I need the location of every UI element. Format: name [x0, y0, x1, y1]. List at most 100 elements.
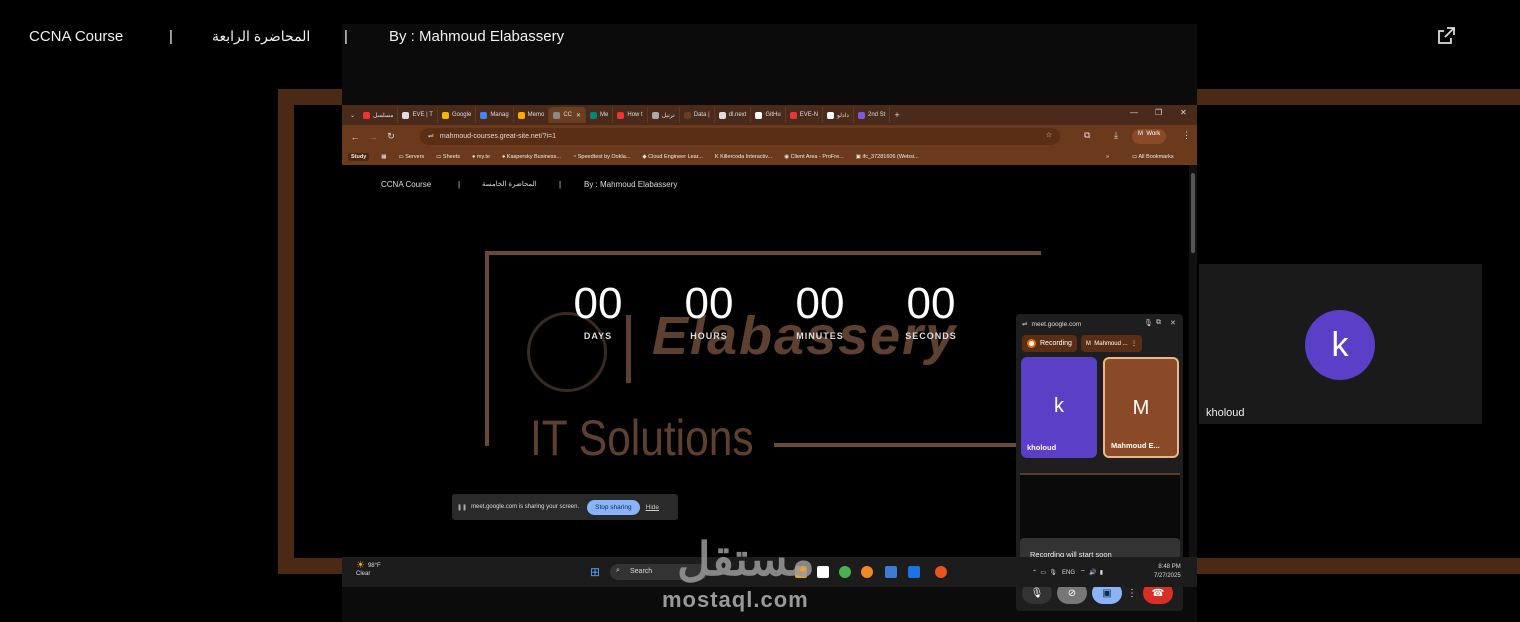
- meet-window: ⌄ مسلسل EVE | T Google Manag Memo CC ✕ Me…: [0, 0, 1520, 622]
- bookmark-item[interactable]: ◉ Client Area - ProFre...: [784, 154, 844, 160]
- extensions-icon[interactable]: ⧉: [1084, 130, 1090, 141]
- reload-icon[interactable]: ↻: [386, 131, 396, 142]
- search-icon: ⌕: [616, 567, 620, 574]
- bookmark-item[interactable]: ◔ Speedtest by Ookla...: [573, 154, 630, 160]
- browser-tab[interactable]: Data |: [680, 107, 715, 123]
- hide-button[interactable]: Hide: [646, 504, 659, 511]
- browser-tab[interactable]: دادلو: [823, 107, 854, 123]
- countdown-label: DAYS: [583, 331, 613, 341]
- stop-sharing-button[interactable]: Stop sharing: [587, 499, 640, 515]
- forward-icon[interactable]: →: [368, 132, 378, 142]
- bookmark-item[interactable]: ● my.te: [472, 154, 490, 160]
- browser-tab[interactable]: Memo: [514, 107, 550, 123]
- system-tray[interactable]: ⌃ ▭ 🎙 ENG ⌔ 🔊 ▮: [1032, 568, 1103, 576]
- page-course-title: CCNA Course: [381, 180, 432, 189]
- app-icon[interactable]: [935, 566, 947, 578]
- maximize-icon[interactable]: ❐: [1155, 108, 1162, 117]
- countdown-label: MINUTES: [796, 331, 844, 341]
- bookmark-item[interactable]: ◆ Cloud Engineer Lear...: [642, 154, 703, 160]
- bookmark-item[interactable]: ▭ Sheets: [436, 154, 460, 160]
- profile-chip[interactable]: M Work: [1132, 129, 1167, 144]
- bookmark-item[interactable]: K Killercoda Interactiv...: [715, 154, 772, 160]
- url-bar[interactable]: ⇌ mahmoud-courses.great-site.net/?i=1 ☆: [420, 128, 1060, 145]
- minimize-icon[interactable]: —: [1130, 108, 1138, 117]
- mic-icon[interactable]: 🎙: [1144, 319, 1153, 327]
- watermark-text: mostaql.com: [662, 587, 809, 612]
- store-icon[interactable]: [817, 566, 829, 578]
- recording-label: Recording: [1040, 340, 1072, 347]
- bookmark-item[interactable]: Study: [348, 152, 370, 161]
- tab-favicon-icon: [857, 111, 865, 119]
- bookmark-star-icon[interactable]: ☆: [1046, 131, 1052, 139]
- browser-window: ⌄ مسلسل EVE | T Google Manag Memo CC ✕ Me…: [342, 105, 1197, 611]
- countdown-value: 00: [573, 279, 623, 328]
- all-bookmarks[interactable]: ▭ All Bookmarks: [1132, 154, 1174, 160]
- browser-tab-active[interactable]: CC ✕: [549, 107, 587, 123]
- clock-time: 8:48 PM: [1158, 564, 1181, 570]
- weather-widget[interactable]: ☀ 98°F Clear: [356, 561, 381, 578]
- close-tab-icon[interactable]: ✕: [576, 112, 581, 119]
- countdown-seconds: 00 SECONDS: [891, 280, 971, 342]
- shared-screen: ⌄ مسلسل EVE | T Google Manag Memo CC ✕ Me…: [342, 24, 1197, 622]
- participant-tile-mahmoud[interactable]: M Mahmoud E...: [1103, 357, 1179, 458]
- header-separator: |: [344, 28, 348, 45]
- watermark-logo-arabic: مستقل: [677, 533, 815, 585]
- bookmark-item[interactable]: ▣ ifc_37281606 (Websi...: [856, 154, 919, 160]
- bookmark-label: Servers: [405, 153, 425, 160]
- download-icon[interactable]: ⤓: [1114, 130, 1118, 141]
- tab-label: Data |: [693, 112, 710, 118]
- tab-favicon-icon: [827, 111, 835, 119]
- remote-desktop-icon[interactable]: [908, 566, 920, 578]
- site-info-icon[interactable]: ⇌: [428, 133, 434, 140]
- presenter-chip[interactable]: M Mahmoud ... ⋮: [1080, 335, 1142, 352]
- apps-icon[interactable]: ▦: [381, 154, 386, 160]
- browser-tab[interactable]: EVE-N: [786, 107, 824, 123]
- scrollbar[interactable]: [1189, 165, 1197, 557]
- participant-tile[interactable]: k kholoud: [1199, 264, 1482, 424]
- browser-tab[interactable]: dl.next: [715, 107, 752, 123]
- bookmark-item[interactable]: ● Kaspersky Business...: [502, 154, 561, 160]
- firefox-icon[interactable]: [861, 566, 873, 578]
- open-in-new-icon[interactable]: [1436, 26, 1456, 46]
- tab-label: Google: [451, 112, 472, 118]
- tab-search-dropdown[interactable]: ⌄: [346, 107, 359, 123]
- bookmarks-bar: Study ▦ ▭ Servers ▭ Sheets ● my.te ● Kas…: [342, 148, 1197, 165]
- more-options-icon[interactable]: ⋮: [1127, 588, 1137, 599]
- scrollbar-thumb[interactable]: [1191, 173, 1195, 253]
- participant-tile-kholoud[interactable]: k kholoud: [1021, 357, 1097, 458]
- browser-tab[interactable]: ترتيل: [648, 107, 680, 123]
- browser-tab[interactable]: Manag: [476, 107, 514, 123]
- profile-label: Work: [1146, 131, 1161, 137]
- tab-label: EVE-N: [799, 112, 819, 118]
- chrome-icon[interactable]: [839, 566, 851, 578]
- recording-chip[interactable]: Recording: [1022, 335, 1077, 352]
- browser-tab[interactable]: Me: [586, 107, 614, 123]
- taskbar-clock[interactable]: 8:48 PM 7/27/2025: [1154, 563, 1181, 581]
- tab-label: مسلسل: [373, 112, 394, 119]
- bookmark-item[interactable]: ▭ Servers: [398, 154, 424, 160]
- start-icon[interactable]: ⊞: [590, 565, 600, 579]
- back-icon[interactable]: ←: [350, 132, 360, 142]
- new-tab-button[interactable]: +: [890, 107, 903, 123]
- close-pip-icon[interactable]: ✕: [1170, 319, 1176, 327]
- tab-favicon-icon: [441, 111, 449, 119]
- countdown-hours: 00 HOURS: [669, 280, 749, 342]
- browser-tab[interactable]: EVE | T: [398, 107, 438, 123]
- app-icon[interactable]: [885, 566, 897, 578]
- browser-tab[interactable]: Google: [438, 107, 477, 123]
- back-to-tab-icon[interactable]: ⧉: [1156, 319, 1161, 327]
- close-window-icon[interactable]: ✕: [1180, 108, 1187, 117]
- browser-tab[interactable]: 2nd St: [854, 107, 891, 123]
- bookmark-label: Client Area - ProFre...: [790, 153, 844, 160]
- menu-icon[interactable]: ⋮: [1182, 130, 1191, 141]
- browser-tab[interactable]: How t: [613, 107, 648, 123]
- web-page-content: CCNA Course | المحاضرة الخامسة | By : Ma…: [342, 165, 1189, 611]
- browser-tab[interactable]: GitHu: [751, 107, 786, 123]
- more-bookmarks-icon[interactable]: »: [1106, 154, 1109, 160]
- bookmark-label: Cloud Engineer Lear...: [648, 153, 703, 160]
- tab-favicon-icon: [517, 111, 525, 119]
- more-icon[interactable]: ⋮: [1131, 340, 1137, 347]
- tab-favicon-icon: [553, 111, 561, 119]
- browser-tab[interactable]: مسلسل: [359, 107, 399, 123]
- tab-label: دادلو: [837, 112, 849, 119]
